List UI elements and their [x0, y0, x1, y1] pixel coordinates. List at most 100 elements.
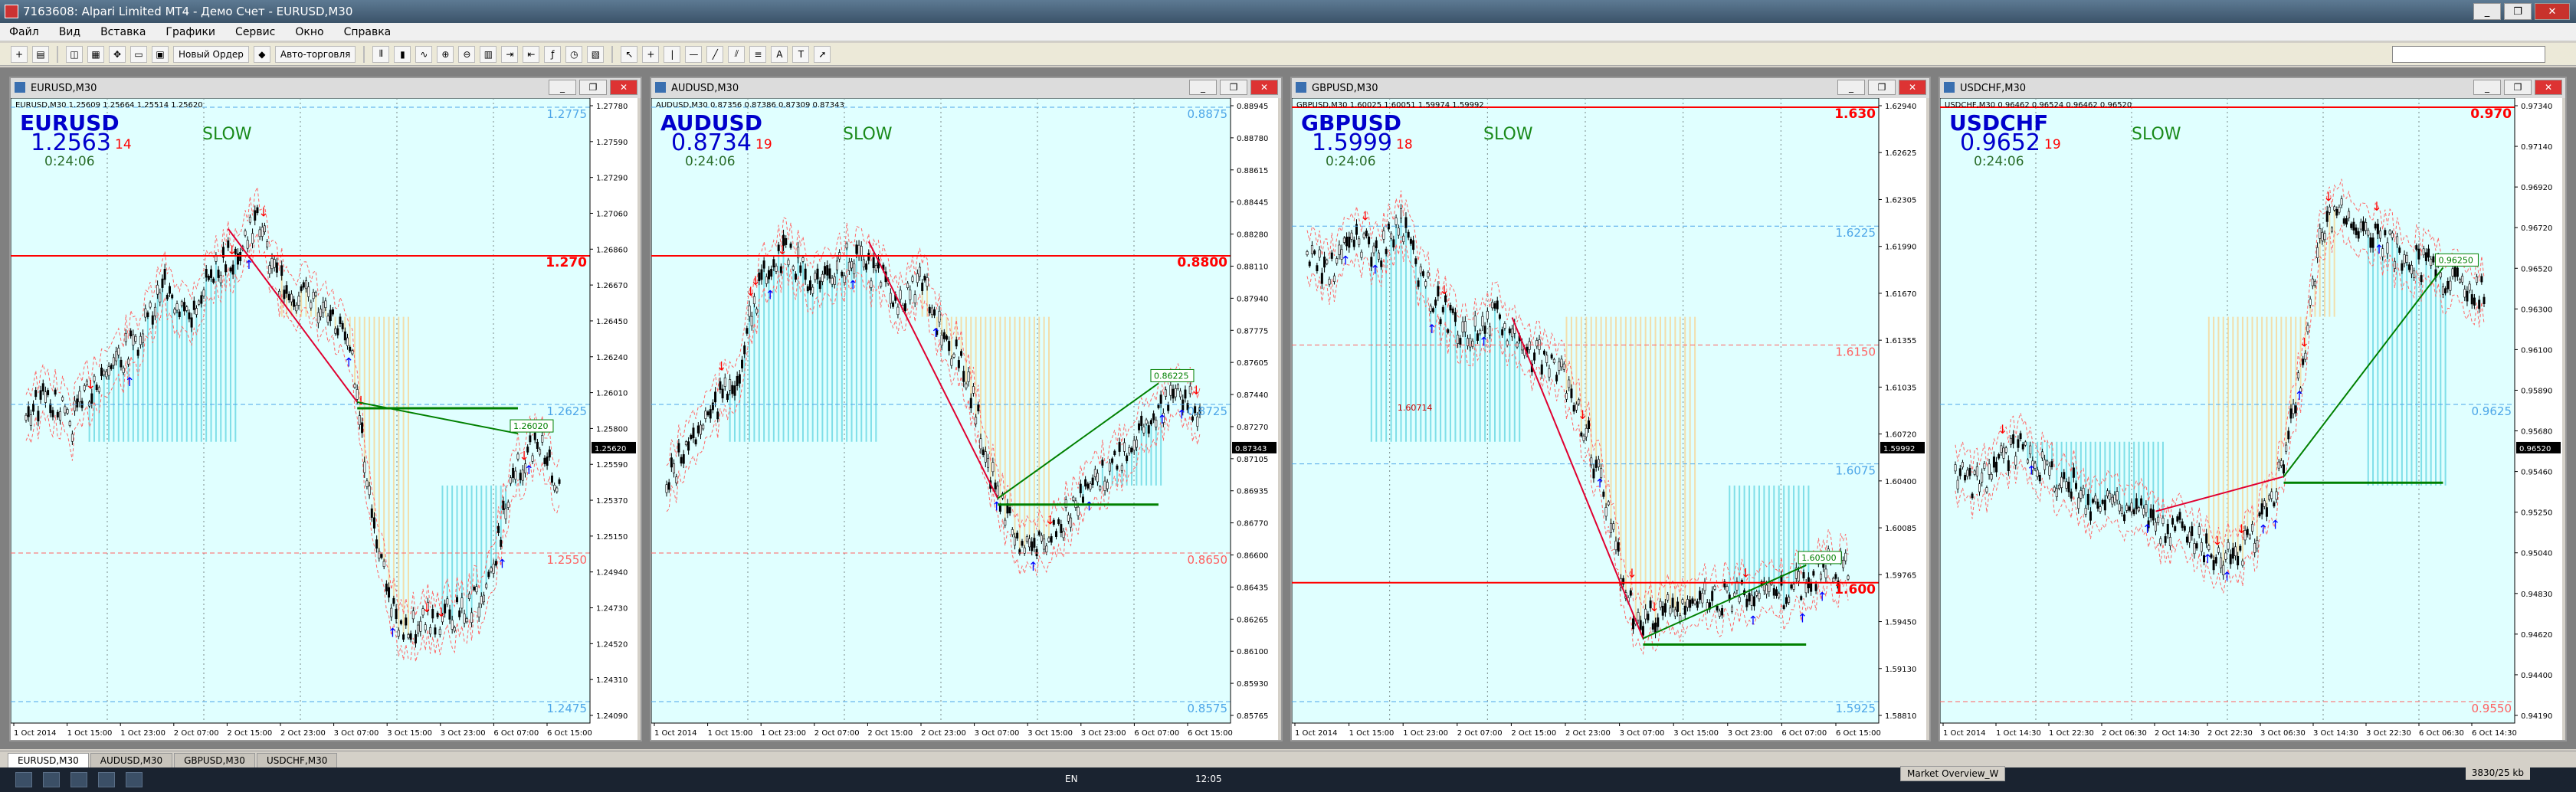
- chart-minimize-button[interactable]: _: [1837, 80, 1865, 95]
- bar-chart-icon[interactable]: ⫴: [372, 45, 390, 63]
- tab-usdchf[interactable]: USDCHF,M30: [256, 753, 338, 767]
- tab-gbpusd[interactable]: GBPUSD,M30: [174, 753, 255, 767]
- zoom-in-icon[interactable]: ⊕: [437, 45, 454, 63]
- cursor-icon[interactable]: ↖: [621, 45, 638, 63]
- indicators-icon[interactable]: ƒ: [544, 45, 562, 63]
- metaeditor-icon[interactable]: ◆: [253, 45, 270, 63]
- menu-view[interactable]: Вид: [59, 26, 80, 38]
- time-tick-label: 2 Oct 14:30: [2155, 729, 2200, 738]
- chart-restore-button[interactable]: ❐: [2504, 80, 2532, 95]
- tile-windows-icon[interactable]: ▥: [480, 45, 497, 63]
- candle-body: [1491, 302, 1494, 309]
- time-tick-label: 3 Oct 23:00: [441, 729, 486, 738]
- explorer-icon[interactable]: [43, 772, 60, 787]
- autotrading-button[interactable]: Авто-торговля: [274, 45, 356, 63]
- profiles-icon[interactable]: ▤: [32, 45, 49, 63]
- text-label-icon[interactable]: T: [792, 45, 810, 63]
- price-chart[interactable]: 1.27751.2701.26251.25501.2475↓↓↑↓↓↓↓↑↓↑↑…: [11, 98, 637, 740]
- candle-body: [482, 594, 485, 603]
- chart-window-titlebar[interactable]: EURUSD,M30 _ ❐ ✕: [11, 78, 641, 98]
- market-watch-icon[interactable]: ◫: [66, 45, 83, 63]
- candle-body: [361, 422, 364, 434]
- menu-help[interactable]: Справка: [344, 26, 392, 38]
- market-overview-label[interactable]: Market Overview_W: [1900, 766, 2006, 781]
- strategy-tester-icon[interactable]: ▣: [152, 45, 169, 63]
- terminal-icon[interactable]: ▭: [130, 45, 147, 63]
- chart-window-titlebar[interactable]: AUDUSD,M30 _ ❐ ✕: [651, 78, 1281, 98]
- menu-insert[interactable]: Вставка: [100, 26, 146, 38]
- fibonacci-icon[interactable]: ≡: [749, 45, 767, 63]
- time-tick-label: 6 Oct 15:00: [547, 729, 592, 738]
- time-tick-label: 1 Oct 2014: [1295, 729, 1337, 738]
- price-tick-label: 1.26240: [596, 354, 628, 362]
- menu-window[interactable]: Окно: [295, 26, 323, 38]
- language-indicator[interactable]: EN: [1065, 774, 1078, 784]
- tab-eurusd[interactable]: EURUSD,M30: [8, 753, 89, 767]
- chart-close-button[interactable]: ✕: [610, 80, 637, 95]
- candle-body: [2376, 224, 2379, 234]
- candle-body: [110, 365, 113, 369]
- line-chart-icon[interactable]: ∿: [415, 45, 433, 63]
- arrows-icon[interactable]: ➚: [814, 45, 831, 63]
- candle-chart-icon[interactable]: ▮: [394, 45, 411, 63]
- chart-window-usdchf[interactable]: USDCHF,M30 _ ❐ ✕ 0.970 0.9625 0.9550 ↑ ↓ ↑ ↑ ↑ ↓ ↑ ↑ ↑ ↓…: [1939, 77, 2567, 741]
- candle-body: [1028, 538, 1031, 548]
- candle-body: [1792, 584, 1795, 590]
- chart-window-audusd[interactable]: AUDUSD,M30 _ ❐ ✕ 0.8875 0.8800 0.8725 0.8650 0.8…: [650, 77, 1283, 741]
- candle-body: [1691, 598, 1694, 604]
- chart-window-titlebar[interactable]: GBPUSD,M30 _ ❐ ✕: [1292, 78, 1929, 98]
- text-icon[interactable]: A: [771, 45, 788, 63]
- chart-close-button[interactable]: ✕: [2535, 80, 2562, 95]
- candle-body: [2224, 552, 2227, 560]
- chart-restore-button[interactable]: ❐: [579, 80, 607, 95]
- chart-window-gbpusd[interactable]: GBPUSD,M30 _ ❐ ✕ 1.630 1.6225 1.6150 1.6075 1.60…: [1290, 77, 1931, 741]
- chart-minimize-button[interactable]: _: [1189, 80, 1217, 95]
- candle-body: [2185, 536, 2188, 543]
- candle-body: [960, 351, 963, 356]
- menu-tools[interactable]: Сервис: [235, 26, 275, 38]
- browser-icon[interactable]: [70, 772, 87, 787]
- crosshair-icon[interactable]: +: [642, 45, 660, 63]
- candle-body: [458, 610, 461, 617]
- trendline-icon[interactable]: ╱: [706, 45, 724, 63]
- price-chart[interactable]: 1.630 1.6225 1.6150 1.6075 1.600 1.5925 ↓ ↑ ↑ ↑ ↓ ↑…: [1292, 98, 1926, 740]
- new-order-button[interactable]: Новый Ордер: [173, 45, 249, 63]
- chart-minimize-button[interactable]: _: [549, 80, 576, 95]
- close-button[interactable]: ✕: [2535, 3, 2570, 20]
- buy-arrow-icon: ↑: [497, 556, 507, 571]
- candle-body: [1152, 413, 1155, 421]
- vertical-line-icon[interactable]: |: [664, 45, 681, 63]
- candle-body: [850, 261, 854, 269]
- data-window-icon[interactable]: ▦: [87, 45, 104, 63]
- chart-close-button[interactable]: ✕: [1899, 80, 1926, 95]
- equidistant-channel-icon[interactable]: ⫽: [728, 45, 746, 63]
- autoscroll-icon[interactable]: ⇥: [501, 45, 519, 63]
- periods-icon[interactable]: ◷: [565, 45, 583, 63]
- chart-window-eurusd[interactable]: EURUSD,M30 _ ❐ ✕ 1.2775 1.270 1.2625 1.2550 1.24…: [9, 77, 642, 741]
- minimize-button[interactable]: _: [2473, 3, 2501, 20]
- zoom-out-icon[interactable]: ⊖: [458, 45, 476, 63]
- terminal-app-icon[interactable]: [98, 772, 115, 787]
- price-tick-label: 0.88615: [1237, 167, 1268, 175]
- tab-audusd[interactable]: AUDUSD,M30: [90, 753, 173, 767]
- menu-charts[interactable]: Графики: [166, 26, 215, 38]
- chart-window-titlebar[interactable]: USDCHF,M30 _ ❐ ✕: [1940, 78, 2565, 98]
- chart-restore-button[interactable]: ❐: [1868, 80, 1896, 95]
- price-chart[interactable]: 0.9700.96250.9550↑↓↑↑↑↓↑↑↑↓↓↓↓↑0.96250US…: [1940, 98, 2562, 740]
- chart-shift-icon[interactable]: ⇤: [523, 45, 540, 63]
- templates-icon[interactable]: ▧: [587, 45, 605, 63]
- chart-close-button[interactable]: ✕: [1250, 80, 1278, 95]
- chart-minimize-button[interactable]: _: [2473, 80, 2501, 95]
- start-icon[interactable]: [15, 772, 32, 787]
- chart-restore-button[interactable]: ❐: [1220, 80, 1247, 95]
- navigator-icon[interactable]: ✥: [109, 45, 126, 63]
- mt4-icon[interactable]: [126, 772, 143, 787]
- menu-file[interactable]: Файл: [9, 26, 39, 38]
- price-chart[interactable]: 0.8875 0.8800 0.8725 0.8650 0.8575 ↑ ↓ ↑ ↑ ↑ ↑ ↑ ↑ ↓ ↑…: [651, 98, 1278, 740]
- candle-body: [351, 350, 354, 355]
- search-input[interactable]: [2392, 46, 2545, 63]
- restore-button[interactable]: ❐: [2504, 3, 2532, 20]
- candle-body: [2420, 275, 2423, 283]
- new-chart-icon[interactable]: +: [11, 45, 28, 63]
- horizontal-line-icon[interactable]: —: [685, 45, 703, 63]
